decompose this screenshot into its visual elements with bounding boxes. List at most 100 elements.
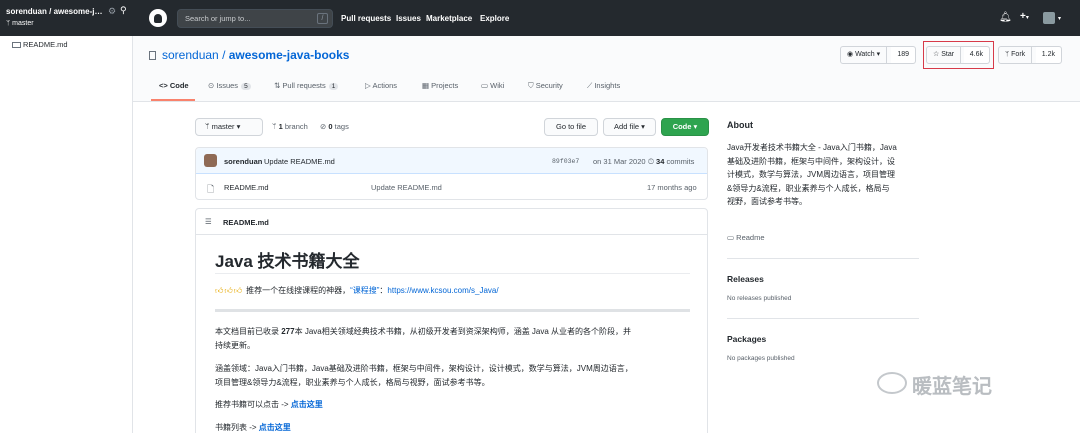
pull-requests-count-badge: 1: [328, 83, 339, 90]
bell-icon[interactable]: 🔔︎: [999, 12, 1012, 23]
tags-link[interactable]: ⊘ 0 tags: [320, 122, 349, 131]
file-icon: [12, 42, 21, 49]
promo-course-link[interactable]: “课程搜”: [350, 286, 379, 295]
branch-icon: ᛘ: [272, 122, 279, 131]
code-button[interactable]: Code ▾: [661, 118, 709, 136]
list-text: 书籍列表 ->: [215, 423, 259, 432]
tags-link-label: tags: [334, 122, 349, 131]
create-new-plus-icon[interactable]: +▾: [1020, 11, 1029, 22]
code-button-label: Code: [672, 122, 692, 131]
branches-link-label: branch: [284, 122, 308, 131]
nav-pull-requests[interactable]: Pull requests: [341, 14, 391, 23]
thumbs-up-icon: 👍︎👍︎👍︎: [215, 286, 244, 295]
watch-label: ◉ Watch ▾: [841, 47, 888, 63]
packages-heading[interactable]: Packages: [727, 334, 766, 344]
branch-select-button[interactable]: ᛘ master ▾: [195, 118, 263, 136]
commits-link-label: commits: [666, 157, 695, 166]
readme-promo: 👍︎👍︎👍︎ 推荐一个在线搜课程的神器，“课程搜”：https://www.kcs…: [215, 285, 499, 296]
repo-name-link[interactable]: awesome-java-books: [229, 48, 350, 62]
active-tab-indicator: [151, 99, 195, 101]
watch-button[interactable]: ◉ Watch ▾ 189: [840, 46, 916, 64]
repo-header: sorenduan / awesome-java-books ◉ Watch ▾…: [133, 36, 1080, 102]
readme-recommend-line: 推荐书籍可以点击 -> 点击这里: [215, 398, 690, 412]
commits-link[interactable]: 🕓︎ 34 commits: [648, 157, 694, 167]
file-tree-panel: sorenduan / awesome-java-books ᛘ master …: [0, 0, 133, 433]
file-name-link[interactable]: README.md: [224, 183, 269, 192]
scope-text-a: 涵盖领域：Java入门书籍，Java基础及进阶书籍，框架与中间件，架构设计，设计…: [215, 364, 633, 373]
star-highlight-box: [923, 41, 994, 69]
branches-link[interactable]: ᛘ 1 branch: [272, 122, 308, 131]
tab-wiki[interactable]: ▭ Wiki: [481, 81, 504, 90]
tab-issues[interactable]: ⊙ Issues 5: [208, 81, 251, 90]
avatar[interactable]: [204, 154, 217, 167]
tab-pull-requests-label: Pull requests: [282, 81, 326, 90]
fork-label: ᛘ Fork: [999, 47, 1033, 63]
search-placeholder: Search or jump to...: [185, 14, 251, 23]
chevron-down-icon[interactable]: ▾: [1058, 15, 1061, 22]
issues-count-badge: 5: [241, 83, 251, 90]
tree-repo-link[interactable]: sorenduan / awesome-java-books: [6, 7, 104, 16]
file-tree-header: sorenduan / awesome-java-books ᛘ master …: [0, 0, 133, 36]
nav-issues[interactable]: Issues: [396, 14, 421, 23]
tab-projects[interactable]: ▦ Projects: [422, 81, 458, 90]
latest-commit-bar: sorenduan Update README.md 89f03e7 on 31…: [196, 148, 707, 174]
tab-code[interactable]: <> Code: [159, 81, 189, 90]
pin-icon[interactable]: ⚲: [120, 5, 127, 16]
search-shortcut-key: /: [317, 13, 328, 24]
code-icon: <>: [159, 81, 170, 90]
about-description: Java开发者技术书籍大全 - Java入门书籍，Java基础及进阶书籍，框架与…: [727, 143, 897, 206]
tree-file-readme[interactable]: README.md: [12, 40, 68, 49]
promo-text: 推荐一个在线搜课程的神器，: [246, 286, 351, 295]
global-header: Search or jump to... / Pull requests Iss…: [133, 0, 1080, 36]
repo-owner-link[interactable]: sorenduan: [162, 48, 219, 62]
tag-count: 0: [328, 122, 333, 131]
repo-title: sorenduan / awesome-java-books: [149, 48, 349, 62]
go-to-file-button[interactable]: Go to file: [544, 118, 598, 136]
nav-marketplace[interactable]: Marketplace: [426, 14, 472, 23]
tab-pull-requests[interactable]: ⇅ Pull requests 1: [274, 81, 339, 90]
tab-projects-label: Projects: [431, 81, 459, 90]
gear-icon[interactable]: ⚙: [108, 6, 116, 17]
tab-security[interactable]: ⛉ Security: [528, 81, 563, 91]
avatar[interactable]: [1043, 12, 1055, 24]
packages-text: No packages published: [727, 355, 795, 362]
commit-message[interactable]: Update README.md: [264, 157, 335, 166]
list-icon[interactable]: ☰: [205, 217, 212, 226]
file-commit-message[interactable]: Update README.md: [371, 183, 442, 192]
shield-icon: ⛉: [528, 81, 536, 90]
repo-title-separator: /: [222, 48, 226, 62]
commit-sha[interactable]: 89f03e7: [552, 158, 579, 165]
chevron-down-icon: ▾: [876, 51, 881, 58]
releases-heading[interactable]: Releases: [727, 274, 764, 284]
tree-branch: ᛘ master: [6, 20, 34, 27]
fork-count[interactable]: 1.2k: [1035, 47, 1061, 63]
promo-url-link[interactable]: https://www.kcsou.com/s_Java/: [387, 286, 498, 295]
scope-text-b: 项目管理&领导力&流程，职业素养与个人成长，格局与视野，面试参考书等。: [215, 378, 490, 387]
commit-date: on 31 Mar 2020: [593, 157, 646, 166]
readme-scope-paragraph: 涵盖领域：Java入门书籍，Java基础及进阶书籍，框架与中间件，架构设计，设计…: [215, 362, 690, 390]
readme-link[interactable]: ▭ Readme: [727, 233, 765, 242]
tab-actions-label: Actions: [372, 81, 398, 90]
file-age: 17 months ago: [647, 183, 697, 192]
tab-insights[interactable]: ⟋ Insights: [587, 81, 620, 91]
intro-text-c: 持续更新。: [215, 341, 255, 350]
search-input[interactable]: Search or jump to... /: [177, 9, 333, 28]
recommend-link[interactable]: 点击这里: [291, 400, 323, 409]
nav-explore[interactable]: Explore: [480, 14, 509, 23]
tab-actions[interactable]: ▷ Actions: [365, 81, 397, 90]
add-file-button[interactable]: Add file ▾: [603, 118, 656, 136]
sidebar-divider: [727, 318, 919, 319]
book-list-link[interactable]: 点击这里: [259, 423, 291, 432]
readme-title: Java 技术书籍大全: [215, 252, 360, 271]
chevron-down-icon: ▾: [693, 122, 698, 131]
readme-intro-paragraph: 本文档目前已收录 277本 Java相关领域经典技术书籍，从初级开发者到资深架构…: [215, 325, 690, 353]
fork-button[interactable]: ᛘ Fork 1.2k: [998, 46, 1062, 64]
watch-count[interactable]: 189: [891, 47, 915, 63]
readme-header: ☰ README.md: [196, 209, 707, 235]
readme-link-label: Readme: [736, 233, 765, 242]
book-count: 277: [281, 327, 295, 336]
repo-book-icon: [149, 51, 156, 60]
tab-security-label: Security: [535, 81, 563, 90]
github-logo-icon[interactable]: [149, 9, 167, 27]
commit-author[interactable]: sorenduan: [224, 157, 262, 166]
